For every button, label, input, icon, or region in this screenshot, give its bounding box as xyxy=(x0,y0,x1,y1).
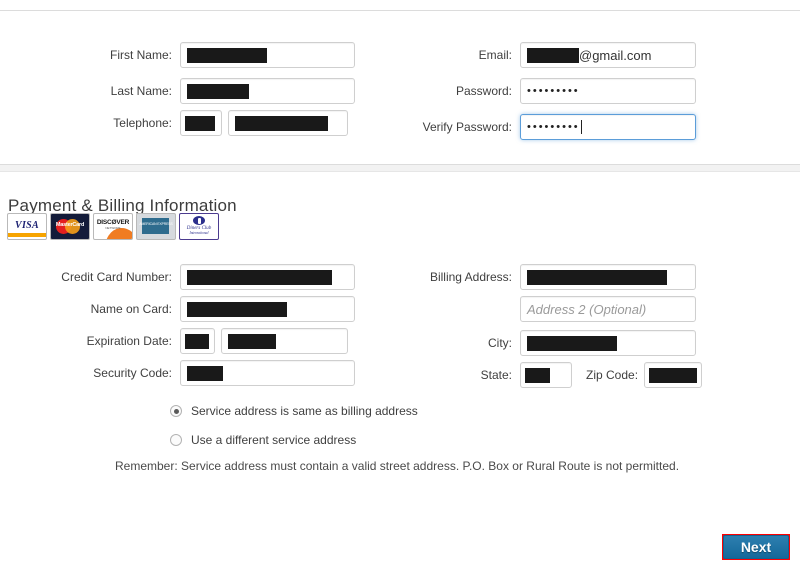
password-row: Password: ••••••••• xyxy=(400,78,760,104)
visa-icon: VISA xyxy=(7,213,47,240)
verify-password-masked-value: ••••••••• xyxy=(527,121,580,133)
email-input[interactable]: @gmail.com xyxy=(520,42,696,68)
expiration-date-label: Expiration Date: xyxy=(86,334,172,348)
name-on-card-row: Name on Card: xyxy=(0,296,360,322)
credit-card-number-input[interactable] xyxy=(180,264,355,290)
visa-icon-stripe xyxy=(8,233,46,237)
discover-icon-sublabel: NETWORK xyxy=(105,226,121,230)
american-express-icon-label: AMERICAN EXPRESS xyxy=(139,222,173,226)
zip-code-label: Zip Code: xyxy=(586,368,639,382)
security-code-row: Security Code: xyxy=(0,360,360,386)
last-name-row: Last Name: xyxy=(0,78,360,104)
expiration-month-redaction xyxy=(185,333,209,349)
zip-code-input[interactable] xyxy=(644,362,703,388)
service-address-same-label: Service address is same as billing addre… xyxy=(191,404,418,418)
last-name-redaction xyxy=(187,83,249,99)
email-label: Email: xyxy=(478,48,512,62)
billing-address-label: Billing Address: xyxy=(429,270,512,284)
credit-card-number-row: Credit Card Number: xyxy=(0,264,360,290)
state-redaction xyxy=(525,367,550,383)
first-name-input[interactable] xyxy=(180,42,355,68)
state-zip-row: State: Zip Code: xyxy=(400,362,760,388)
name-on-card-redaction xyxy=(187,301,287,317)
password-input[interactable]: ••••••••• xyxy=(520,78,696,104)
city-input[interactable] xyxy=(520,330,696,356)
city-label: City: xyxy=(488,336,512,350)
address-2-input[interactable]: Address 2 (Optional) xyxy=(520,296,696,322)
text-cursor xyxy=(580,120,582,134)
expiration-month-input[interactable] xyxy=(180,328,215,354)
first-name-row: First Name: xyxy=(0,42,360,68)
telephone-number-input[interactable] xyxy=(228,110,348,136)
security-code-label: Security Code: xyxy=(93,366,172,380)
american-express-icon-plate xyxy=(142,218,169,234)
city-row: City: xyxy=(400,330,760,356)
security-code-redaction xyxy=(187,365,223,381)
city-redaction xyxy=(527,335,617,351)
service-address-different-label: Use a different service address xyxy=(191,433,357,447)
verify-password-row: Verify Password: ••••••••• xyxy=(400,114,760,140)
password-label: Password: xyxy=(455,84,512,98)
expiration-date-row: Expiration Date: xyxy=(0,328,360,354)
expiration-year-input[interactable] xyxy=(221,328,348,354)
telephone-label: Telephone: xyxy=(113,116,172,130)
section-divider xyxy=(0,164,800,172)
last-name-input[interactable] xyxy=(180,78,355,104)
telephone-number-redaction xyxy=(235,115,328,131)
discover-icon-label: DISCØVER xyxy=(96,219,130,226)
first-name-redaction xyxy=(187,47,267,63)
verify-password-input[interactable]: ••••••••• xyxy=(520,114,696,140)
mastercard-icon-label: MasterCard xyxy=(55,222,85,228)
service-address-same-option[interactable]: Service address is same as billing addre… xyxy=(170,404,418,418)
top-divider xyxy=(0,10,800,11)
telephone-area-code-input[interactable] xyxy=(180,110,222,136)
billing-address-input[interactable] xyxy=(520,264,696,290)
state-input[interactable] xyxy=(520,362,572,388)
diners-club-icon-sublabel: International xyxy=(189,231,209,235)
expiration-year-redaction xyxy=(228,333,276,349)
diners-club-icon-emblem xyxy=(193,216,205,225)
state-label: State: xyxy=(480,368,512,382)
email-redaction xyxy=(527,47,579,63)
accepted-cards-list: VISA MasterCard DISCØVER NETWORK AMERICA… xyxy=(7,213,219,240)
first-name-label: First Name: xyxy=(109,48,172,62)
name-on-card-label: Name on Card: xyxy=(90,302,172,316)
name-on-card-input[interactable] xyxy=(180,296,355,322)
mastercard-icon: MasterCard xyxy=(50,213,90,240)
security-code-input[interactable] xyxy=(180,360,355,386)
service-address-different-option[interactable]: Use a different service address xyxy=(170,433,356,447)
email-domain-text: @gmail.com xyxy=(579,47,652,63)
diners-club-icon: Diners Club International xyxy=(179,213,219,240)
service-address-note: Remember: Service address must contain a… xyxy=(115,459,680,473)
email-row: Email: @gmail.com xyxy=(400,42,760,68)
address-2-row: Address 2 (Optional) xyxy=(400,296,760,322)
radio-service-different-icon[interactable] xyxy=(170,434,182,446)
next-button[interactable]: Next xyxy=(723,535,789,559)
credit-card-number-redaction xyxy=(187,269,332,285)
zip-code-redaction xyxy=(649,367,698,383)
billing-address-redaction xyxy=(527,269,667,285)
last-name-label: Last Name: xyxy=(110,84,172,98)
telephone-area-code-redaction xyxy=(185,115,215,131)
radio-service-same-icon[interactable] xyxy=(170,405,182,417)
american-express-icon: AMERICAN EXPRESS xyxy=(136,213,176,240)
verify-password-label: Verify Password: xyxy=(422,120,512,134)
discover-icon: DISCØVER NETWORK xyxy=(93,213,133,240)
address-2-placeholder: Address 2 (Optional) xyxy=(527,301,647,317)
telephone-row: Telephone: xyxy=(0,110,360,136)
password-masked-value: ••••••••• xyxy=(527,85,580,97)
credit-card-number-label: Credit Card Number: xyxy=(61,270,172,284)
billing-address-row: Billing Address: xyxy=(400,264,760,290)
visa-icon-label: VISA xyxy=(15,220,39,231)
